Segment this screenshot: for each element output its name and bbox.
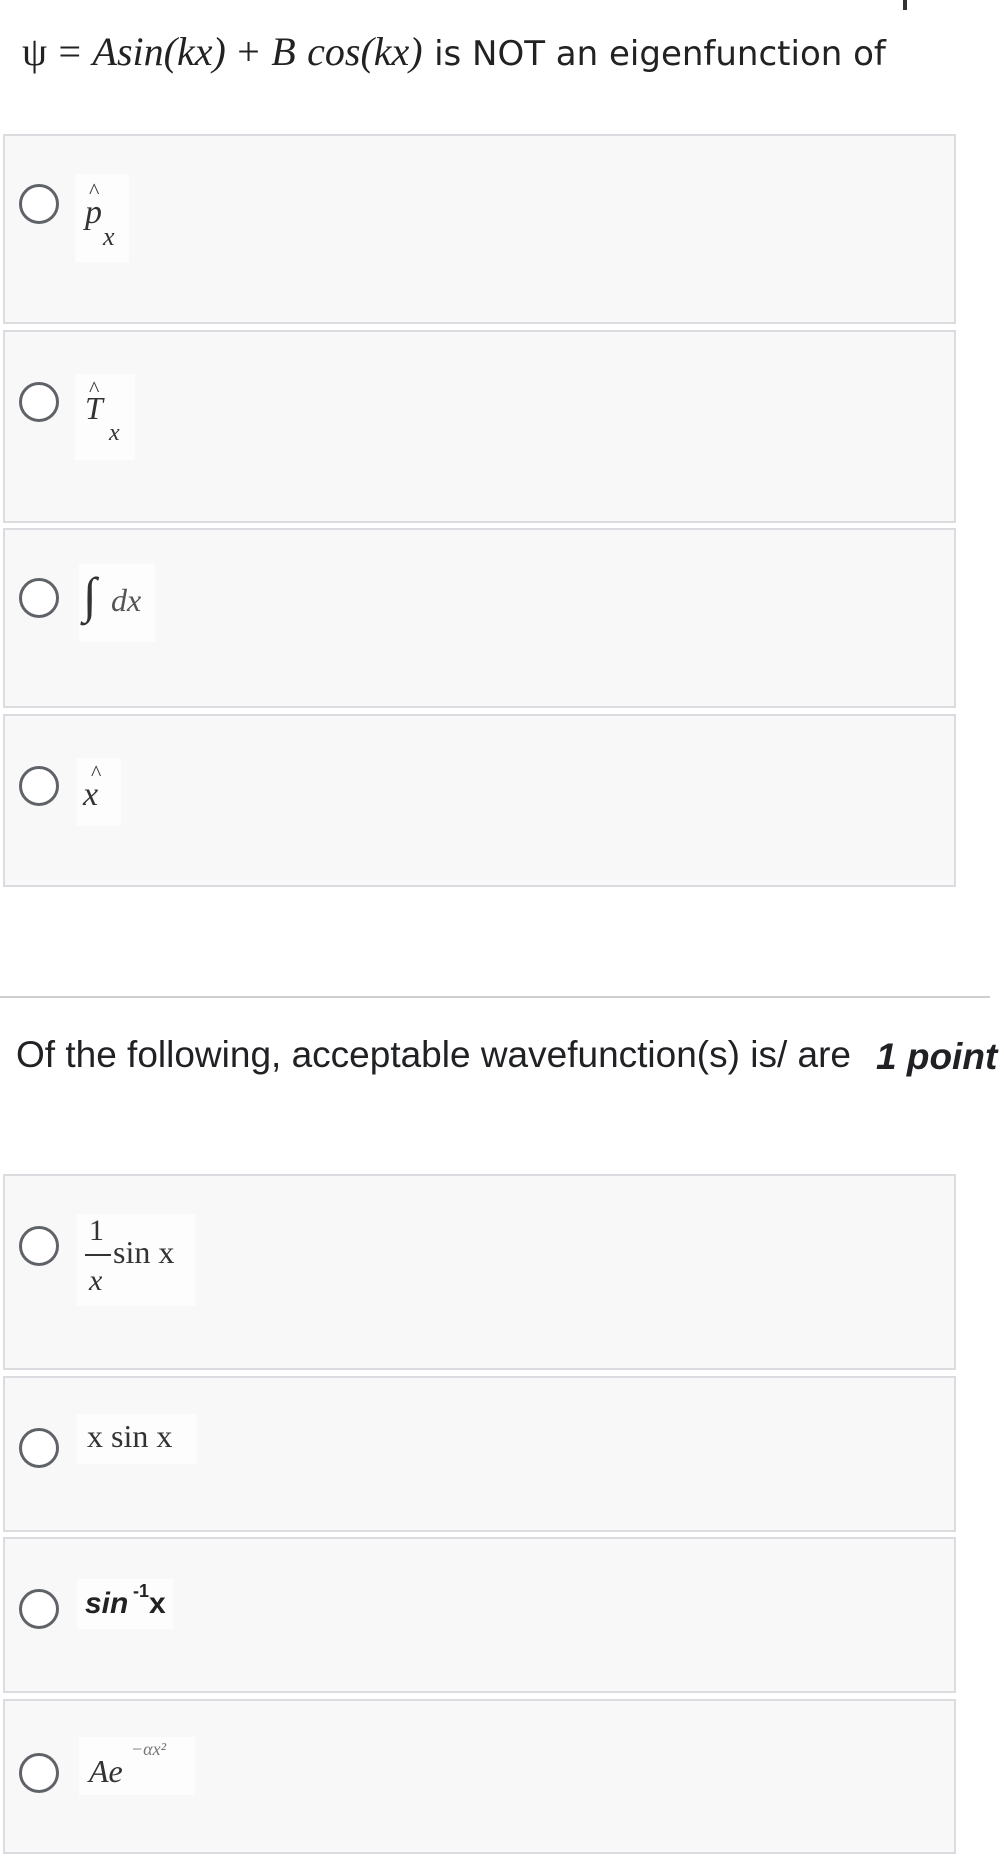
arcsin-base: sin: [85, 1587, 129, 1620]
question-2-points: 1 point: [876, 1036, 998, 1077]
fraction-denominator: x: [89, 1264, 103, 1297]
q2-option-gaussian[interactable]: Ae −αx²: [3, 1699, 956, 1854]
q2-option-1-radio[interactable]: [19, 1226, 59, 1266]
q1-option-2-math: ^ T x: [75, 374, 135, 460]
b-coefficient: B: [271, 29, 296, 74]
question-1-text: is NOT an eigenfunction of: [434, 34, 886, 74]
operator-symbol: x: [83, 776, 99, 813]
q1-option-3-radio[interactable]: [19, 578, 59, 618]
q1-option-4-math: ^ x: [77, 758, 121, 826]
q2-option-x-sinx[interactable]: x sin x: [3, 1376, 956, 1532]
q2-option-arcsin[interactable]: sin -1 x: [3, 1537, 956, 1693]
operator-subscript: x: [103, 222, 115, 251]
q1-option-4-radio[interactable]: [19, 766, 59, 806]
gaussian-base: Ae: [89, 1753, 123, 1789]
arcsin-argument: x: [149, 1587, 166, 1620]
integral-sign: ∫: [83, 567, 97, 623]
operator-symbol: p: [85, 194, 102, 231]
question-divider: [0, 996, 990, 998]
q2-option-one-over-x-sinx[interactable]: 1 x sin x: [3, 1174, 956, 1370]
fraction-numerator: 1: [89, 1214, 104, 1247]
a-sin-term: Asin(kx): [92, 29, 226, 74]
cut-off-text-mark: [903, 0, 907, 10]
q2-option-4-radio[interactable]: [19, 1753, 59, 1793]
cos-term: cos(kx): [307, 29, 423, 74]
q1-option-2-radio[interactable]: [19, 382, 59, 422]
q2-option-1-math: 1 x sin x: [77, 1214, 195, 1306]
q1-option-1-radio[interactable]: [19, 184, 59, 224]
q2-option-4-math: Ae −αx²: [79, 1737, 195, 1795]
plus-sign: +: [237, 29, 260, 74]
question-1-stem: ψ = Asin(kx) + B cos(kx) is NOT an eigen…: [22, 22, 982, 82]
q1-option-t-hat[interactable]: ^ T x: [3, 330, 956, 523]
q1-option-x-hat[interactable]: ^ x: [3, 714, 956, 887]
psi-symbol: ψ: [22, 29, 48, 74]
q1-option-1-math: ^ p x: [75, 174, 129, 262]
question-2-title: Of the following, acceptable wavefunctio…: [16, 1034, 851, 1075]
arcsin-exponent: -1: [133, 1581, 150, 1601]
q1-option-p-hat[interactable]: ^ p x: [3, 134, 956, 324]
x-sinx-expression: x sin x: [87, 1418, 173, 1454]
operator-symbol: T: [85, 390, 103, 426]
fraction-bar: [85, 1254, 111, 1256]
q2-option-3-math: sin -1 x: [77, 1579, 173, 1629]
q2-option-2-math: x sin x: [77, 1414, 197, 1464]
differential-dx: dx: [111, 582, 142, 618]
q1-option-3-math: ∫ dx: [79, 564, 155, 642]
equals-sign: =: [58, 29, 82, 74]
gaussian-exponent: −αx²: [131, 1739, 166, 1759]
q2-option-3-radio[interactable]: [19, 1589, 59, 1629]
q1-option-integral[interactable]: ∫ dx: [3, 528, 956, 708]
operator-subscript: x: [109, 420, 120, 446]
q2-option-2-radio[interactable]: [19, 1428, 59, 1468]
sine-function: sin x: [113, 1234, 175, 1270]
